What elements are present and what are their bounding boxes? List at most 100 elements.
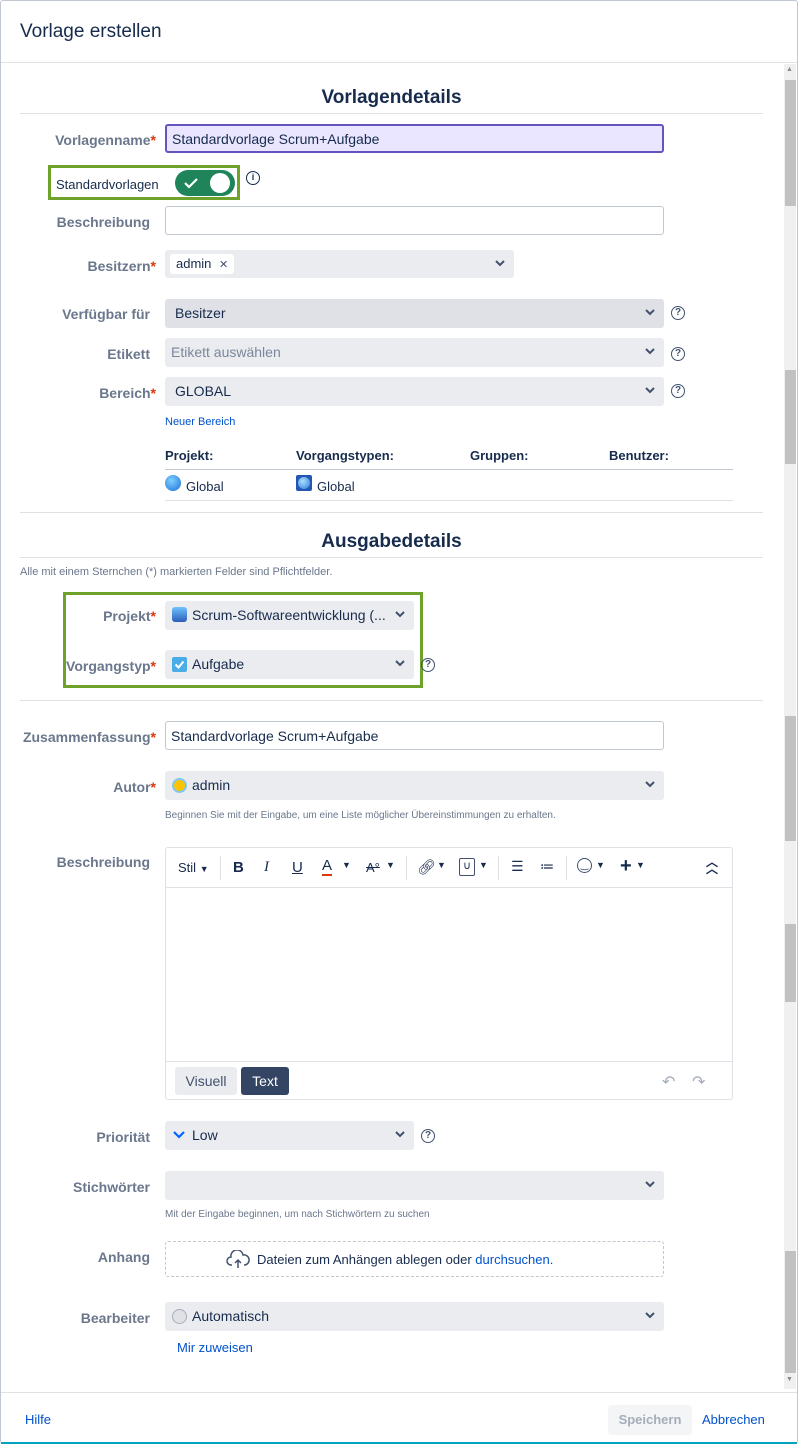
tab-visual[interactable]: Visuell [175,1067,237,1095]
scope-header-project: Projekt: [165,448,214,463]
chevron-down-icon[interactable]: ▼ [479,860,488,870]
label-select[interactable]: Etikett auswählen [165,338,664,367]
available-for-label: Verfügbar für [62,306,150,322]
assignee-label: Bearbeiter [80,1310,150,1326]
help-icon[interactable]: ? [671,347,685,361]
priority-low-icon [173,1131,185,1139]
undo-icon[interactable]: ↶ [662,1072,675,1092]
italic-button[interactable]: I [264,859,269,876]
toolbar-separator [220,856,221,880]
toolbar-separator [406,856,407,880]
bold-button[interactable]: B [233,859,244,876]
underline-button[interactable]: U [292,859,303,876]
chevron-down-icon[interactable]: ▼ [636,860,645,870]
help-link[interactable]: Hilfe [25,1412,51,1427]
issue-description-label: Beschreibung [56,854,150,870]
help-icon[interactable]: ? [671,306,685,320]
chevron-down-icon[interactable]: ▼ [596,860,605,870]
globe-icon [296,475,312,491]
available-for-select[interactable]: Besitzer [165,299,664,328]
avatar [172,778,187,793]
scope-label: Bereich* [99,385,156,401]
editor-text-area[interactable] [166,889,732,1061]
owners-select[interactable]: admin ✕ [165,250,514,278]
style-dropdown[interactable]: Stil ▼ [178,860,209,875]
scrollbar-thumb[interactable] [785,80,796,206]
section-title-issue: Ausgabedetails [321,531,462,552]
issuetype-select[interactable]: Aufgabe [165,650,414,679]
summary-input[interactable]: Standardvorlage Scrum+Aufgabe [165,721,664,750]
scope-header-users: Benutzer: [609,448,669,463]
cancel-button[interactable]: Abbrechen [702,1412,765,1427]
help-icon[interactable]: ? [421,658,435,672]
scrollbar-thumb[interactable] [785,924,796,1002]
task-icon [172,657,187,672]
priority-select[interactable]: Low [165,1121,414,1150]
rich-text-editor: Stil ▼ B I U A ▼ A° ▼ 🔗︎ ▼ ∪ ▼ ☰ ≔ ‿ ▼ +… [165,847,733,1100]
emoji-icon[interactable]: ‿ [577,858,592,873]
required-fields-note: Alle mit einem Sternchen (*) markierten … [20,566,333,578]
dialog-footer: Hilfe Speichern Abbrechen [1,1392,797,1444]
chevron-down-icon [644,1177,656,1191]
text-color-button[interactable]: A [322,858,333,876]
text-format-icon[interactable]: A° [366,860,380,875]
remove-tag-icon[interactable]: ✕ [219,259,228,271]
owner-tag: admin ✕ [170,254,235,274]
plus-icon[interactable]: + [620,855,632,878]
divider [20,557,763,558]
dialog-header: Vorlage erstellen [1,1,797,63]
template-name-input[interactable]: Standardvorlage Scrum+Aufgabe [165,124,664,153]
attachment-text: Dateien zum Anhängen ablegen oder [257,1252,472,1267]
tab-text[interactable]: Text [241,1067,289,1095]
help-icon[interactable]: ? [421,1129,435,1143]
scrollbar-thumb[interactable] [785,1251,796,1373]
save-button[interactable]: Speichern [608,1405,692,1435]
chevron-down-icon [644,305,656,319]
link-icon[interactable]: 🔗︎ [417,858,436,876]
redo-icon[interactable]: ↷ [692,1072,705,1092]
new-scope-link[interactable]: Neuer Bereich [165,416,235,428]
chevron-down-icon[interactable]: ▼ [386,860,395,870]
keywords-label: Stichwörter [72,1179,150,1195]
attachment-dropzone[interactable]: Dateien zum Anhängen ablegen oder durchs… [165,1241,664,1277]
chevron-down-icon[interactable]: ▼ [437,860,446,870]
scrollbar[interactable]: ▲ ▼ [784,64,796,1389]
scope-table-divider [165,469,733,470]
scroll-down-icon[interactable]: ▼ [786,1376,793,1383]
template-description-input[interactable] [165,206,664,235]
priority-label: Priorität [96,1129,150,1145]
scrollbar-thumb[interactable] [785,716,796,841]
scrollbar-thumb[interactable] [785,370,796,464]
scope-header-issuetypes: Vorgangstypen: [296,448,394,463]
bullet-list-icon[interactable]: ☰ [511,858,524,875]
scope-select[interactable]: GLOBAL [165,377,664,406]
scroll-up-icon[interactable]: ▲ [786,66,793,73]
assign-to-me-link[interactable]: Mir zuweisen [177,1340,253,1355]
numbered-list-icon[interactable]: ≔ [540,858,554,875]
attachment-icon[interactable]: ∪ [459,858,475,876]
browse-files-link[interactable]: durchsuchen. [475,1252,553,1267]
keywords-select[interactable] [165,1171,664,1200]
template-name-label: Vorlagenname* [55,132,156,148]
author-label: Autor* [113,779,156,795]
help-icon[interactable]: ? [671,384,685,398]
info-icon[interactable]: i [246,171,260,185]
author-select[interactable]: admin [165,771,664,800]
chevron-down-icon [394,656,406,670]
toolbar-separator [566,856,567,880]
create-template-dialog: Vorlage erstellen Vorlagendetails Vorlag… [0,0,798,1444]
toolbar-separator [498,856,499,880]
check-icon [184,178,198,189]
description-label: Beschreibung [56,214,150,230]
project-select[interactable]: Scrum-Softwareentwicklung (... [165,601,414,630]
scope-header-groups: Gruppen: [470,448,529,463]
chevron-down-icon [644,344,656,358]
scope-issuetypes-value: Global [317,479,355,494]
default-template-toggle[interactable] [175,170,235,196]
author-hint: Beginnen Sie mit der Eingabe, um eine Li… [165,810,556,821]
issuetype-label: Vorgangstyp* [66,658,156,674]
chevron-down-icon[interactable]: ▼ [342,860,351,870]
collapse-toolbar-icon[interactable]: ︿ ︿ [706,856,718,875]
assignee-select[interactable]: Automatisch [165,1302,664,1331]
toggle-knob [210,173,230,193]
